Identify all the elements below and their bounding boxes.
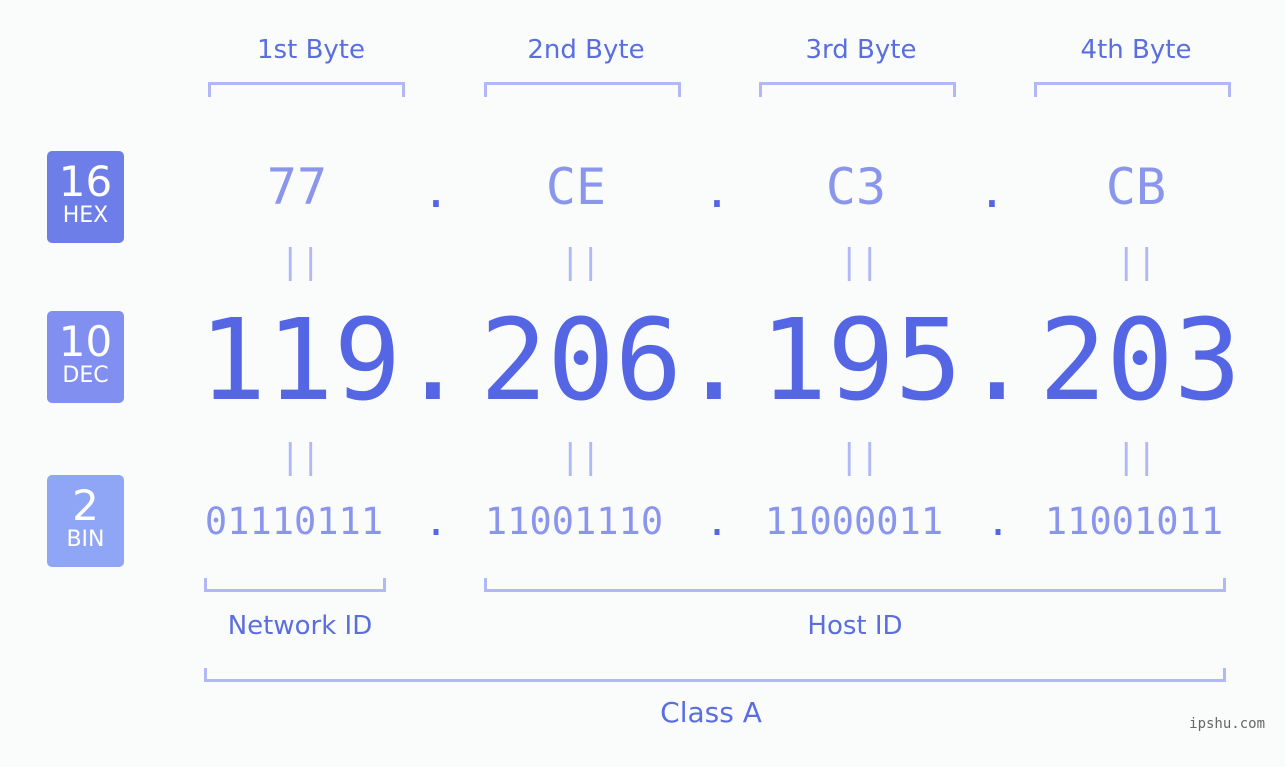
equals-icon-dec-bin-1: || (280, 437, 321, 477)
dec-base-label: DEC (62, 363, 109, 388)
byte-header-1: 1st Byte (257, 35, 365, 65)
hex-byte-3: C3 (825, 158, 887, 216)
bin-base-label: BIN (66, 527, 105, 552)
class-label: Class A (660, 696, 762, 729)
hex-separator-2: . (703, 164, 731, 218)
byte-bracket-4 (1034, 82, 1231, 97)
dec-separator-2: . (680, 296, 748, 426)
hex-byte-1: 77 (266, 158, 328, 216)
hex-badge: 16 HEX (47, 151, 124, 243)
dec-separator-3: . (963, 296, 1031, 426)
byte-header-4: 4th Byte (1080, 35, 1192, 65)
hex-base-number: 16 (58, 157, 113, 206)
dec-separator-1: . (399, 296, 467, 426)
bin-separator-1: . (423, 499, 449, 545)
host-id-bracket (484, 578, 1226, 592)
byte-header-3: 3rd Byte (805, 35, 917, 65)
bin-byte-3: 11000011 (764, 500, 944, 543)
hex-byte-4: CB (1105, 158, 1167, 216)
bin-badge: 2 BIN (47, 475, 124, 567)
dec-badge: 10 DEC (47, 311, 124, 403)
bin-separator-2: . (704, 499, 730, 545)
host-id-label: Host ID (807, 611, 903, 641)
bin-byte-4: 11001011 (1044, 500, 1224, 543)
network-id-bracket (204, 578, 386, 592)
equals-icon-hex-dec-4: || (1116, 242, 1157, 282)
class-bracket (204, 668, 1226, 682)
byte-bracket-3 (759, 82, 956, 97)
dec-byte-2: 206 (479, 296, 683, 426)
bin-byte-1: 01110111 (204, 500, 384, 543)
dec-byte-1: 119 (198, 296, 402, 426)
byte-bracket-2 (484, 82, 681, 97)
equals-icon-dec-bin-3: || (839, 437, 880, 477)
byte-header-2: 2nd Byte (527, 35, 645, 65)
network-id-label: Network ID (227, 611, 373, 641)
byte-bracket-1 (208, 82, 405, 97)
hex-byte-2: CE (545, 158, 607, 216)
bin-separator-3: . (985, 499, 1011, 545)
hex-base-label: HEX (62, 203, 109, 228)
dec-base-number: 10 (58, 317, 113, 366)
dec-byte-4: 203 (1038, 296, 1242, 426)
equals-icon-hex-dec-3: || (839, 242, 880, 282)
equals-icon-hex-dec-1: || (280, 242, 321, 282)
equals-icon-hex-dec-2: || (560, 242, 601, 282)
dec-byte-3: 195 (759, 296, 963, 426)
bin-byte-2: 11001110 (484, 500, 664, 543)
equals-icon-dec-bin-4: || (1116, 437, 1157, 477)
bin-base-number: 2 (72, 481, 99, 530)
watermark: ipshu.com (1189, 716, 1265, 732)
hex-separator-1: . (422, 164, 450, 218)
equals-icon-dec-bin-2: || (560, 437, 601, 477)
hex-separator-3: . (978, 164, 1006, 218)
